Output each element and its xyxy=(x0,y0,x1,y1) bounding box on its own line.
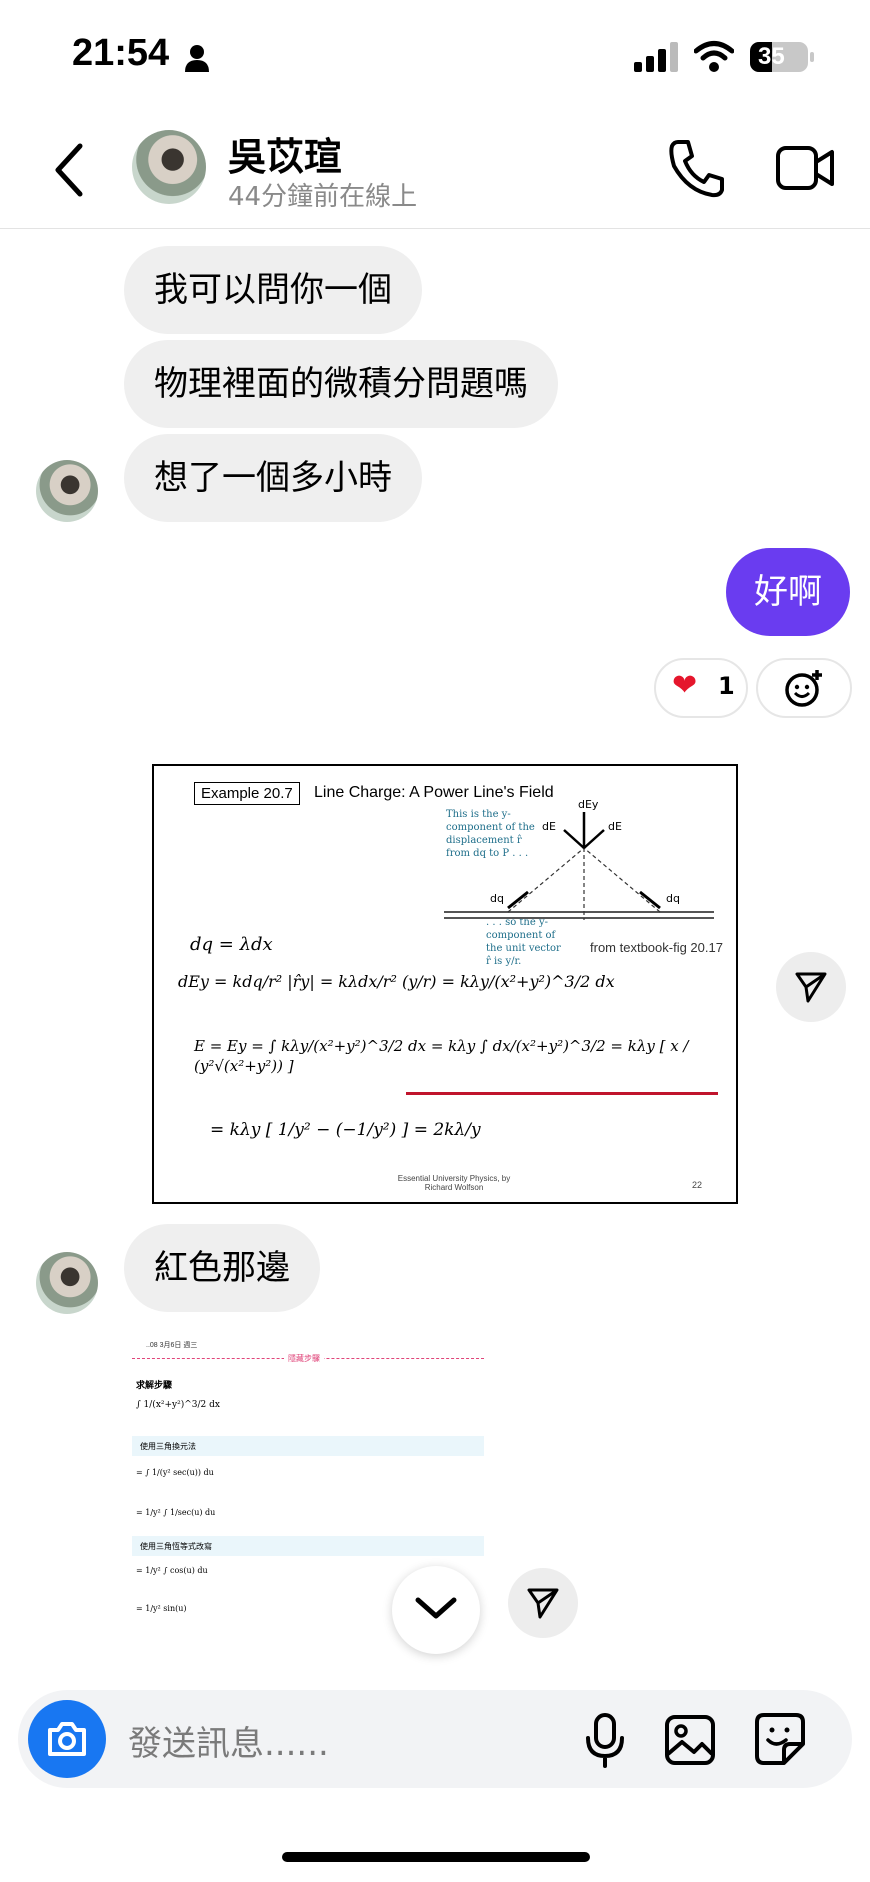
chevron-down-icon xyxy=(415,1597,457,1619)
back-chevron-icon[interactable] xyxy=(48,140,88,200)
contact-name[interactable]: 吳苡瑄 xyxy=(228,126,342,181)
message-incoming[interactable]: 我可以問你一個 xyxy=(124,246,422,334)
message-incoming[interactable]: 紅色那邊 xyxy=(124,1224,320,1312)
screenshot-solve-steps: 求解步驟 xyxy=(136,1380,173,1390)
slide-caption: from textbook-fig 20.17 xyxy=(590,940,723,955)
slide-example-box: Example 20.7 xyxy=(194,782,300,805)
message-incoming[interactable]: 想了一個多小時 xyxy=(124,434,422,522)
sender-avatar[interactable] xyxy=(36,460,98,522)
gallery-icon[interactable] xyxy=(664,1714,716,1766)
phone-icon[interactable] xyxy=(668,138,724,198)
message-outgoing[interactable]: 好啊 xyxy=(726,548,850,636)
red-underline xyxy=(406,1092,718,1095)
send-icon xyxy=(795,972,827,1003)
equation-4: = kλy [ 1/y² − (−1/y²) ] = 2kλ/y xyxy=(210,1120,481,1140)
share-button[interactable] xyxy=(776,952,846,1022)
screenshot-step: = 1/y² ∫ cos(u) du xyxy=(136,1566,208,1575)
contact-avatar[interactable] xyxy=(132,130,206,204)
camera-button[interactable] xyxy=(28,1700,106,1778)
video-camera-icon[interactable] xyxy=(776,142,834,194)
slide-footer: Essential University Physics, by Richard… xyxy=(397,1174,511,1192)
screenshot-integral: ∫ 1/(x²+y²)^3/2 dx xyxy=(136,1400,220,1410)
svg-text:dq: dq xyxy=(666,892,680,905)
add-reaction-button[interactable] xyxy=(756,658,852,718)
camera-icon xyxy=(48,1722,86,1756)
svg-text:dE: dE xyxy=(608,820,622,833)
image-message-slide[interactable]: Example 20.7 Line Charge: A Power Line's… xyxy=(152,764,738,1204)
chat-header xyxy=(0,110,870,229)
screenshot-trig-identity: 使用三角恆等式改寫 xyxy=(132,1536,484,1556)
svg-text:dEy: dEy xyxy=(578,798,599,811)
screenshot-step: = 1/y² sin(u) xyxy=(136,1604,187,1613)
status-time: 21:54 xyxy=(72,32,170,74)
equation-1: dq = λdx xyxy=(190,934,273,955)
screenshot-hide-steps: 隱藏步驟 xyxy=(284,1353,324,1364)
add-emoji-icon xyxy=(785,670,822,707)
battery-icon: 35 xyxy=(750,42,808,72)
svg-text:dq: dq xyxy=(490,892,504,905)
signal-icon xyxy=(634,42,678,72)
screenshot-statusbar: ..08 3月6日 週三 xyxy=(146,1342,198,1349)
battery-level: 35 xyxy=(758,43,785,70)
person-icon xyxy=(185,45,209,72)
wifi-icon xyxy=(694,41,734,72)
message-input[interactable]: 發送訊息...... xyxy=(128,1716,329,1765)
heart-icon: ❤ xyxy=(672,668,698,703)
sticker-icon[interactable] xyxy=(754,1712,806,1766)
sender-avatar[interactable] xyxy=(36,1252,98,1314)
share-button[interactable] xyxy=(508,1568,578,1638)
field-diagram: dEydE dE dq dq xyxy=(444,798,714,920)
equation-3: E = Ey = ∫ kλy/(x²+y²)^3/2 dx = kλy ∫ dx… xyxy=(194,1037,689,1075)
microphone-icon[interactable] xyxy=(584,1712,626,1768)
contact-status: 44分鐘前在線上 xyxy=(228,182,418,212)
screenshot-step: = ∫ 1/(y² sec(u)) du xyxy=(136,1468,214,1477)
svg-text:dE: dE xyxy=(542,820,556,833)
equation-2: dEy = kdq/r² |r̂y| = kλdx/r² (y/r) = kλy… xyxy=(178,972,615,991)
reaction-count: 1 xyxy=(718,672,735,700)
battery-tip xyxy=(810,52,814,62)
home-indicator xyxy=(282,1852,590,1862)
message-incoming[interactable]: 物理裡面的微積分問題嗎 xyxy=(124,340,558,428)
screenshot-trig-sub: 使用三角換元法 xyxy=(132,1436,484,1456)
send-icon xyxy=(527,1588,559,1619)
screenshot-step: = 1/y² ∫ 1/sec(u) du xyxy=(136,1508,216,1517)
reaction-pill[interactable]: ❤ 1 xyxy=(654,658,748,718)
slide-page-number: 22 xyxy=(692,1180,703,1190)
scroll-to-bottom-button[interactable] xyxy=(392,1566,480,1654)
